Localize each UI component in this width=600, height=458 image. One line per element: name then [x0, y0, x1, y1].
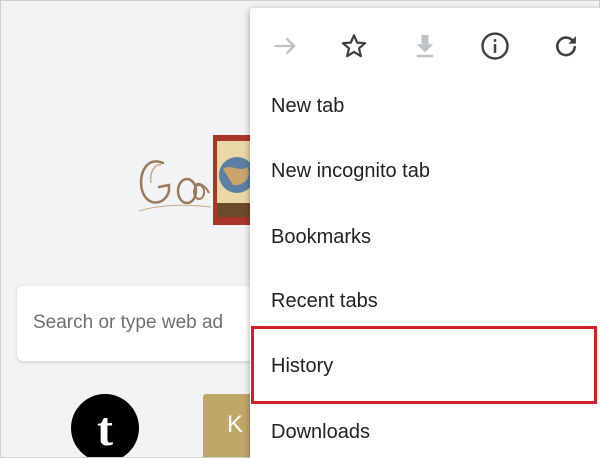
menu-item-label: Downloads	[271, 420, 370, 443]
search-box[interactable]: Search or type web ad	[17, 286, 287, 361]
search-placeholder: Search or type web ad	[33, 312, 224, 333]
download-icon	[416, 34, 434, 58]
forward-arrow-icon	[274, 37, 296, 55]
forward-button[interactable]	[266, 26, 306, 66]
history-highlight-box	[251, 326, 597, 404]
shortcut-letter: K	[227, 411, 244, 438]
menu-item-label: Bookmarks	[271, 225, 372, 248]
menu-item-new-tab[interactable]: New tab	[250, 74, 600, 138]
menu-item-bookmarks[interactable]: Bookmarks	[250, 205, 600, 269]
download-button[interactable]	[405, 26, 445, 66]
bookmark-star-button[interactable]	[334, 26, 374, 66]
info-icon	[481, 32, 509, 60]
menu-item-downloads[interactable]: Downloads	[250, 400, 600, 458]
star-icon	[341, 34, 367, 58]
menu-item-label: New tab	[271, 94, 345, 117]
menu-toolbar	[250, 16, 600, 72]
shortcut-tile-t[interactable]: t	[71, 394, 139, 457]
refresh-icon	[556, 36, 577, 57]
menu-item-label: New incognito tab	[271, 159, 430, 182]
page-info-button[interactable]	[475, 26, 515, 66]
menu-item-new-incognito-tab[interactable]: New incognito tab	[250, 139, 600, 203]
refresh-button[interactable]	[546, 26, 586, 66]
menu-item-label: Recent tabs	[271, 289, 378, 312]
menu-item-recent-tabs[interactable]: Recent tabs	[250, 269, 600, 333]
google-doodle[interactable]	[135, 133, 265, 233]
shortcut-letter: t	[97, 403, 113, 456]
